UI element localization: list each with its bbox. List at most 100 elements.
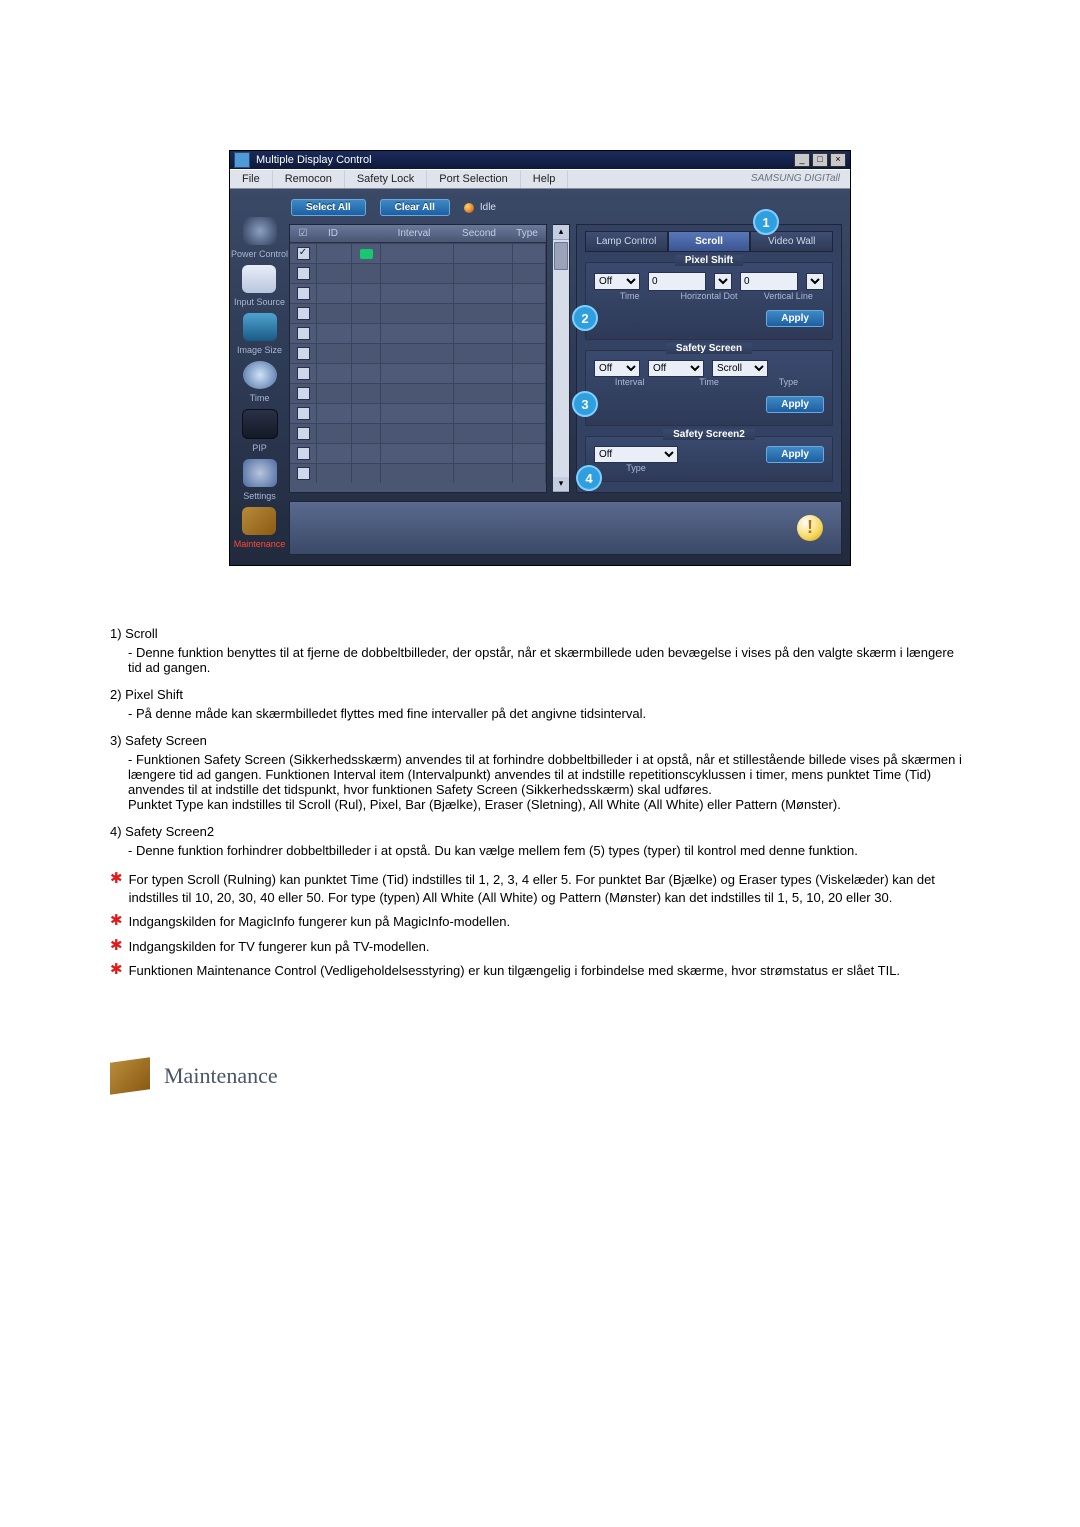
tab-scroll[interactable]: Scroll xyxy=(668,231,751,252)
row-checkbox[interactable] xyxy=(297,307,310,320)
table-row[interactable] xyxy=(290,343,546,363)
table-row[interactable] xyxy=(290,363,546,383)
menu-file[interactable]: File xyxy=(230,170,273,188)
maintenance-icon xyxy=(110,1057,150,1095)
pixel-shift-title: Pixel Shift xyxy=(675,255,743,266)
brand-label: SAMSUNG DIGITall xyxy=(741,170,850,188)
col-interval: Interval xyxy=(378,225,450,242)
row-checkbox[interactable] xyxy=(297,347,310,360)
table-row[interactable] xyxy=(290,423,546,443)
table-row[interactable] xyxy=(290,403,546,423)
safety-screen-time-select[interactable]: Off xyxy=(648,360,704,377)
sidebar-item-input-source[interactable]: Input Source xyxy=(234,265,285,307)
close-button[interactable]: × xyxy=(830,153,846,167)
tab-lamp-control[interactable]: Lamp Control xyxy=(585,231,668,252)
safety-screen-apply-button[interactable]: Apply xyxy=(766,396,824,413)
gear-icon xyxy=(243,459,277,487)
row-checkbox[interactable] xyxy=(297,267,310,280)
callout-3: 3 xyxy=(572,391,598,417)
row-checkbox[interactable] xyxy=(297,427,310,440)
row-checkbox[interactable] xyxy=(297,287,310,300)
desc-item: 4) Safety Screen2- Denne funktion forhin… xyxy=(110,824,970,858)
cap-type: Type xyxy=(753,377,824,387)
pixel-shift-vl-step[interactable] xyxy=(806,273,824,290)
safety-screen-interval-select[interactable]: Off xyxy=(594,360,640,377)
cap-time: Time xyxy=(594,291,665,301)
image-icon xyxy=(243,313,277,341)
idle-status: Idle xyxy=(464,202,496,213)
cap-hd: Horizontal Dot xyxy=(673,291,744,301)
star-icon: ✱ xyxy=(110,913,123,928)
section-safety-screen: Safety Screen Off Off Scroll Interval Ti… xyxy=(585,350,833,426)
time-icon xyxy=(243,361,277,389)
table-row[interactable] xyxy=(290,243,546,263)
menu-safety-lock[interactable]: Safety Lock xyxy=(345,170,427,188)
pixel-shift-time-select[interactable]: Off xyxy=(594,273,640,290)
input-icon xyxy=(242,265,276,293)
pip-icon xyxy=(242,409,278,439)
scroll-thumb[interactable] xyxy=(554,242,568,270)
row-checkbox[interactable] xyxy=(297,467,310,480)
note: ✱For typen Scroll (Rulning) kan punktet … xyxy=(110,871,970,907)
star-icon: ✱ xyxy=(110,938,123,953)
table-row[interactable] xyxy=(290,383,546,403)
star-icon: ✱ xyxy=(110,871,123,886)
desc-item: 3) Safety Screen- Funktionen Safety Scre… xyxy=(110,733,970,812)
minimize-button[interactable]: _ xyxy=(794,153,810,167)
callout-1: 1 xyxy=(753,209,779,235)
table-row[interactable] xyxy=(290,323,546,343)
window-buttons: _ □ × xyxy=(794,153,846,167)
sidebar-item-maintenance[interactable]: Maintenance xyxy=(234,507,286,549)
idle-label: Idle xyxy=(480,202,496,213)
table-row[interactable] xyxy=(290,443,546,463)
scroll-up-icon[interactable]: ▴ xyxy=(553,225,569,240)
safety-screen2-title: Safety Screen2 xyxy=(663,429,755,440)
display-grid: ☑ ID Interval Second Type xyxy=(289,224,547,493)
window-title: Multiple Display Control xyxy=(256,154,372,166)
row-checkbox[interactable] xyxy=(297,247,310,260)
pixel-shift-vl-input[interactable] xyxy=(740,272,798,291)
note: ✱Indgangskilden for MagicInfo fungerer k… xyxy=(110,913,970,931)
safety-screen2-type-select[interactable]: Off xyxy=(594,446,678,463)
maximize-button[interactable]: □ xyxy=(812,153,828,167)
sidebar-item-image-size[interactable]: Image Size xyxy=(237,313,282,355)
col-type: Type xyxy=(508,225,546,242)
col-check[interactable]: ☑ xyxy=(290,225,316,242)
app-icon xyxy=(234,152,250,168)
row-checkbox[interactable] xyxy=(297,407,310,420)
table-row[interactable] xyxy=(290,463,546,483)
col-status xyxy=(350,225,378,242)
cap-time2: Time xyxy=(673,377,744,387)
page-title: Maintenance xyxy=(164,1063,278,1089)
grid-scrollbar[interactable]: ▴ ▾ xyxy=(553,224,570,493)
row-checkbox[interactable] xyxy=(297,327,310,340)
sidebar-item-time[interactable]: Time xyxy=(243,361,277,403)
safety-screen-type-select[interactable]: Scroll xyxy=(712,360,768,377)
cap-type2: Type xyxy=(594,463,678,473)
sidebar-item-power-control[interactable]: Power Control xyxy=(231,217,288,259)
idle-dot-icon xyxy=(464,203,474,213)
table-row[interactable] xyxy=(290,303,546,323)
menu-remocon[interactable]: Remocon xyxy=(273,170,345,188)
pixel-shift-apply-button[interactable]: Apply xyxy=(766,310,824,327)
safety-screen2-apply-button[interactable]: Apply xyxy=(766,446,824,463)
note: ✱Indgangskilden for TV fungerer kun på T… xyxy=(110,938,970,956)
power-icon xyxy=(243,217,277,245)
select-all-button[interactable]: Select All xyxy=(291,199,366,216)
row-checkbox[interactable] xyxy=(297,387,310,400)
menu-port-selection[interactable]: Port Selection xyxy=(427,170,520,188)
scroll-down-icon[interactable]: ▾ xyxy=(553,477,569,492)
clear-all-button[interactable]: Clear All xyxy=(380,199,450,216)
cap-interval: Interval xyxy=(594,377,665,387)
menu-help[interactable]: Help xyxy=(521,170,569,188)
pixel-shift-hd-step[interactable] xyxy=(714,273,732,290)
table-row[interactable] xyxy=(290,263,546,283)
sidebar-item-pip[interactable]: PIP xyxy=(242,409,278,453)
pixel-shift-hd-input[interactable] xyxy=(648,272,706,291)
row-checkbox[interactable] xyxy=(297,447,310,460)
right-panel: 1 Lamp Control Scroll Video Wall Pixel S… xyxy=(576,224,842,493)
table-row[interactable] xyxy=(290,283,546,303)
sidebar-item-settings[interactable]: Settings xyxy=(243,459,277,501)
row-checkbox[interactable] xyxy=(297,367,310,380)
menubar: File Remocon Safety Lock Port Selection … xyxy=(230,169,850,189)
